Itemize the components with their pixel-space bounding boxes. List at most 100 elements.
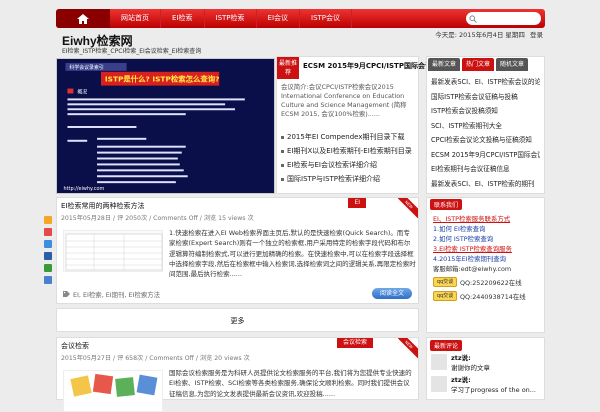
home-button[interactable] (56, 9, 110, 28)
nav-item-ei-search[interactable]: EI检索 (161, 9, 205, 28)
contact-header-label: 联系我们 (430, 198, 463, 210)
comment-user: ztz说: (451, 376, 471, 384)
post-tags-text[interactable]: EI, EI检索, EI期刊, EI检索方法 (73, 290, 160, 299)
featured-link[interactable]: 2015年EI Compendex期刊目录下载 (281, 130, 412, 144)
site-tagline: EI检索_ISTP检索_CPCI检索_EI会议检索_EI检索查询 (62, 48, 202, 55)
qq-contact: qq交谈 QQ:2440938714在线 (433, 290, 538, 302)
share-douban-icon[interactable] (44, 264, 52, 272)
comment-item[interactable]: ztz说: 学习了progress of the on... (427, 374, 544, 396)
share-renren-icon[interactable] (44, 252, 52, 260)
post-category[interactable]: EI (348, 198, 366, 208)
tag-icon (63, 291, 70, 297)
date-text: 今天是: 2015年6月4日 星期四 (435, 31, 525, 39)
avatar (431, 354, 447, 370)
sidebar-article-link[interactable]: 最新发表SCI、EI、ISTP检索会议的论文 (431, 75, 540, 90)
read-more-button[interactable]: 阅读全文 (372, 288, 412, 299)
comment-text: 谢谢你的文章 (451, 364, 490, 372)
sidebar-article-link[interactable]: ISTP检索会议投稿须知 (431, 104, 540, 119)
sidebar-article-link[interactable]: ECSM 2015年9月CPCI/ISTP国际会议征稿 (431, 148, 540, 163)
new-ribbon-label: NEW (398, 198, 418, 218)
nav-item-home[interactable]: 网站首页 (110, 9, 161, 28)
search-icon (469, 14, 477, 23)
sidebar-article-link[interactable]: SCI、ISTP检索期刊大全 (431, 119, 540, 134)
sidebar-article-link[interactable]: 国际ISTP检索会议征稿与投稿 (431, 90, 540, 105)
nav-item-istp-conference[interactable]: ISTP会议 (300, 9, 353, 28)
comments-header-label: 最新评论 (430, 339, 463, 351)
featured-link[interactable]: EI期刊X以及EI检索期刊-EI检索期刊目录 (281, 144, 412, 158)
featured-title[interactable]: ECSM 2015年9月CPCI/ISTP国际会议征稿 (303, 61, 446, 71)
featured-link[interactable]: EI检索与EI会议检索详细介绍 (281, 158, 412, 172)
tab-latest[interactable]: 最新文章 (428, 58, 461, 71)
sidebar-comments-panel: 最新评论 ztz说: 谢谢你的文章 ztz说: 学习了progress of t… (426, 337, 545, 400)
sidebar-tabs-panel: 最新文章 热门文章 随机文章 最新发表SCI、EI、ISTP检索会议的论文 国际… (426, 56, 545, 194)
share-more-icon[interactable] (44, 276, 52, 284)
contact-link[interactable]: 2.如何 ISTP检索查询 (433, 234, 538, 244)
top-navigation: 网站首页 EI检索 ISTP检索 EI会议 ISTP会议 (56, 9, 545, 28)
avatar (431, 376, 447, 392)
share-weibo-icon[interactable] (44, 228, 52, 236)
post-category[interactable]: 会议检索 (337, 338, 373, 348)
nav-item-istp-search[interactable]: ISTP检索 (205, 9, 257, 28)
new-ribbon: NEW (398, 338, 418, 358)
featured-description: 会议简介:会议CPCI/ISTP检索会议2015 International C… (281, 83, 407, 118)
new-ribbon-label: NEW (398, 338, 418, 358)
table-thumbnail-icon (65, 233, 163, 271)
qq-chat-button[interactable]: qq交谈 (433, 291, 457, 301)
feature-slider[interactable]: 科学会议录索引 概况 ISTP是什么? ISTP检索怎么查询? http://e… (56, 58, 275, 194)
post-title[interactable]: 会议检索 (61, 341, 89, 351)
slider-image: 科学会议录索引 概况 ISTP是什么? ISTP检索怎么查询? http://e… (57, 59, 274, 193)
slider-banner: 科学会议录索引 (69, 64, 103, 71)
new-ribbon: NEW (398, 198, 418, 218)
post-title[interactable]: EI检索常用的两种检索方法 (61, 201, 145, 211)
more-bar[interactable]: 更多 (56, 308, 419, 332)
post-meta: 2015年05月27日 / 评 658次 / Comments Off / 浏览… (61, 355, 250, 362)
qq-chat-button[interactable]: qq交谈 (433, 277, 457, 287)
sidebar-article-link[interactable]: EI检索期刊与会议征稿信息 (431, 162, 540, 177)
post-tags: EI, EI检索, EI期刊, EI检索方法 (63, 290, 160, 299)
featured-link[interactable]: 国际ISTP与ISTP检索详细介绍 (281, 172, 412, 186)
contact-link[interactable]: 4.2015年EI检索期刊查询 (433, 254, 538, 264)
post-excerpt: 1.快速检索在进入EI Web检索界面主页后,默认的是快速检索(Quick Se… (169, 229, 416, 279)
post-thumbnail[interactable] (63, 230, 163, 272)
post-meta: 2015年05月28日 / 评 2050次 / Comments Off / 浏… (61, 215, 254, 222)
featured-post: 最新推荐 ECSM 2015年9月CPCI/ISTP国际会议征稿 会议简介:会议… (276, 56, 446, 194)
notes-thumbnail-icon (70, 373, 158, 397)
search-input[interactable] (480, 15, 538, 22)
comment-item[interactable]: ztz说: 谢谢你的文章 (427, 352, 544, 374)
comment-text: 学习了progress of the on... (451, 386, 536, 394)
qq-contact: qq交谈 QQ:252209622在线 (433, 276, 538, 288)
share-qzone-icon[interactable] (44, 216, 52, 224)
date-bar: 今天是: 2015年6月4日 星期四 登录 (435, 29, 543, 39)
slider-url: http://eiwhy.com (64, 186, 105, 192)
contact-links: EI、ISTP检索服务联系方式 1.如何 EI检索查询 2.如何 ISTP检索查… (427, 210, 544, 306)
post-excerpt: 国际会议检索服务是为科研人员提供论文检索服务的平台,我们将为您提供专业快速的EI… (169, 369, 412, 398)
sidebar-article-link[interactable]: 最新发表SCI、EI、ISTP检索的期刊 (431, 177, 540, 192)
tab-popular[interactable]: 热门文章 (462, 58, 495, 71)
post-card: 会议检索 2015年05月27日 / 评 658次 / Comments Off… (56, 337, 419, 412)
tab-random[interactable]: 随机文章 (496, 58, 529, 71)
featured-badge: 最新推荐 (277, 57, 299, 79)
contact-link[interactable]: 3.EI检索 ISTP检索查询服务 (433, 244, 538, 254)
search-box (466, 12, 541, 25)
slider-intro: 概况 (77, 88, 87, 95)
sidebar-article-list: 最新发表SCI、EI、ISTP检索会议的论文 国际ISTP检索会议征稿与投稿 I… (427, 72, 544, 194)
comments-header: 最新评论 (427, 338, 544, 352)
comment-user: ztz说: (451, 354, 471, 362)
nav-item-ei-conference[interactable]: EI会议 (257, 9, 301, 28)
contact-link[interactable]: EI、ISTP检索服务联系方式 (433, 214, 538, 224)
post-thumbnail[interactable] (63, 370, 163, 412)
sidebar-article-link[interactable]: CPCI检索会议论文投稿与征稿须知 (431, 133, 540, 148)
login-link[interactable]: 登录 (530, 31, 543, 39)
sidebar-tabs: 最新文章 热门文章 随机文章 (427, 57, 544, 72)
contact-link[interactable]: 1.如何 EI检索查询 (433, 224, 538, 234)
featured-list: 2015年EI Compendex期刊目录下载 EI期刊X以及EI检索期刊-EI… (281, 130, 412, 186)
home-icon (77, 13, 89, 24)
contact-header: 联系我们 (427, 198, 544, 210)
slider-title: ISTP是什么? ISTP检索怎么查询? (105, 75, 219, 84)
qq-number: QQ:252209622在线 (460, 278, 522, 287)
sidebar-contact-panel: 联系我们 EI、ISTP检索服务联系方式 1.如何 EI检索查询 2.如何 IS… (426, 197, 545, 333)
share-bar (44, 216, 53, 288)
share-qq-icon[interactable] (44, 240, 52, 248)
post-card: EI检索常用的两种检索方法 2015年05月28日 / 评 2050次 / Co… (56, 197, 419, 304)
contact-email[interactable]: 客服邮箱:edt@eiwhy.com (433, 264, 538, 274)
